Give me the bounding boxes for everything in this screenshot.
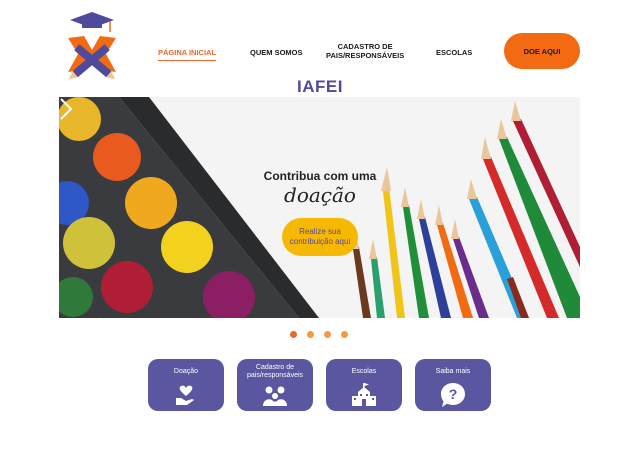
card-label: Doação (173, 368, 199, 375)
card-schools[interactable]: Escolas (326, 359, 402, 411)
question-icon: ? (441, 383, 465, 407)
slider-dot[interactable] (290, 331, 297, 338)
nav-item-register[interactable]: CADASTRO DE PAIS/RESPONSÁVEIS (326, 42, 404, 60)
chevron-right-icon[interactable] (59, 97, 73, 121)
card-learn-more[interactable]: Saiba mais ? (415, 359, 491, 411)
hero-banner: Contribua com uma doação Realize sua con… (59, 97, 580, 318)
slider-dot[interactable] (324, 331, 331, 338)
logo[interactable] (62, 10, 122, 86)
graduation-pencil-logo (68, 12, 116, 80)
page-title: IAFEI (297, 77, 343, 96)
contribute-button[interactable]: Realize sua contribuição aqui (282, 218, 358, 256)
card-parent-registration[interactable]: Cadastro de pais/responsáveis (237, 359, 313, 411)
card-label: Escolas (351, 368, 377, 375)
card-donation[interactable]: Doação (148, 359, 224, 411)
family-icon (263, 386, 287, 406)
nav-item-schools[interactable]: ESCOLAS (436, 48, 472, 57)
nav-item-home[interactable]: PÁGINA INICIAL (158, 48, 217, 61)
hero-heading: Contribua com uma (263, 169, 377, 183)
slider-dot[interactable] (307, 331, 314, 338)
slider-dots (290, 331, 350, 339)
card-label: Cadastro de pais/responsáveis (246, 364, 304, 380)
nav-item-about[interactable]: QUEM SOMOS (250, 48, 303, 57)
slider-dot[interactable] (341, 331, 348, 338)
heart-hand-icon (176, 385, 194, 405)
svg-text:?: ? (449, 386, 458, 402)
donate-button[interactable]: DOE AQUI (504, 33, 580, 69)
hero-image (59, 97, 580, 318)
card-label: Saiba mais (435, 368, 471, 375)
hero-heading-script: doação (284, 183, 356, 207)
school-icon (352, 383, 376, 406)
